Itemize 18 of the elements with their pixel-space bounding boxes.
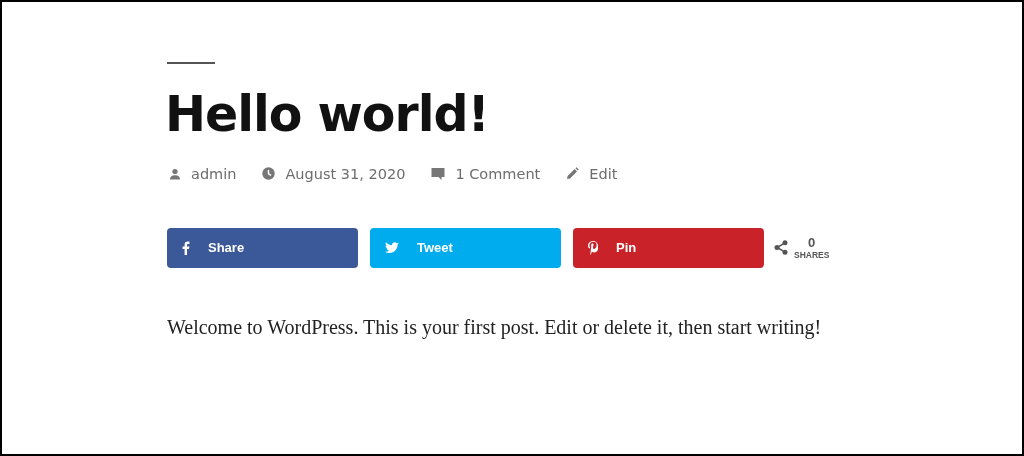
meta-link[interactable]: admin: [191, 165, 237, 182]
clock-icon: [262, 167, 276, 181]
bird-icon: [385, 241, 399, 254]
shares-label: SHARES: [794, 250, 830, 261]
person-icon: [169, 167, 181, 180]
meta-link[interactable]: August 31, 2020: [285, 165, 406, 182]
post-title: Hello world!: [165, 88, 490, 142]
meta-link[interactable]: Edit: [589, 165, 618, 182]
share-button[interactable]: Share: [167, 227, 358, 268]
share-icon: [774, 240, 788, 256]
comment-icon: [431, 167, 446, 181]
share-button[interactable]: Pin: [573, 227, 764, 268]
meta-link[interactable]: 1 Comment: [455, 165, 541, 182]
share-count: 0: [808, 235, 816, 251]
facebook-icon: [182, 240, 190, 255]
pin-icon: [588, 240, 598, 255]
post-body: Welcome to WordPress. This is your first post. Edit or delete it, then start writing!: [167, 314, 823, 341]
pencil-icon: [566, 167, 580, 181]
